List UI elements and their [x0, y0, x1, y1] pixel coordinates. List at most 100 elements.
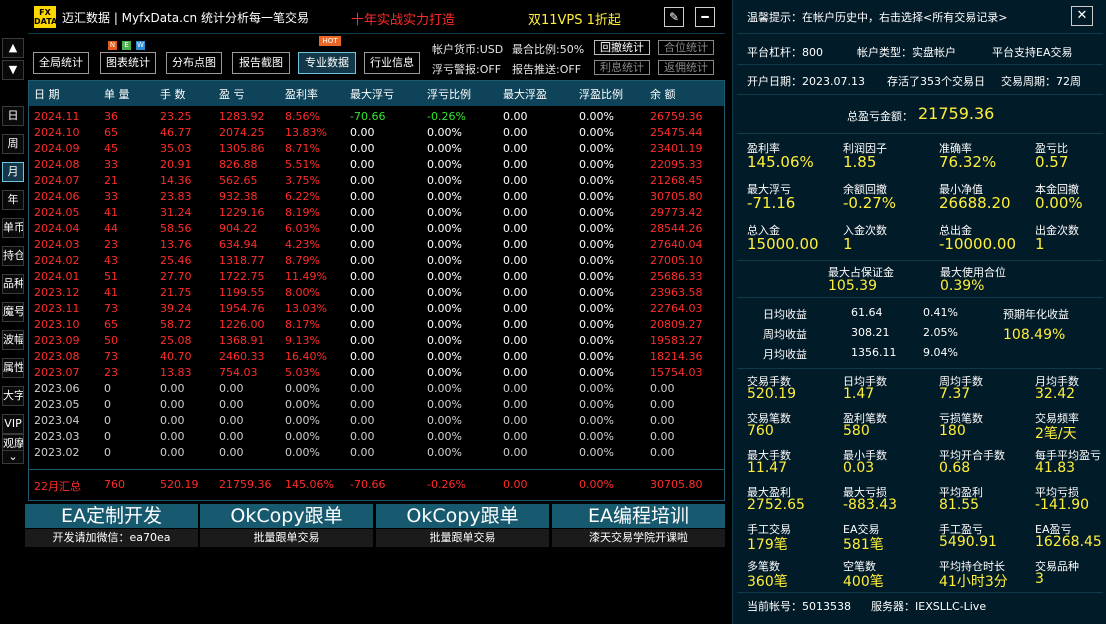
table-cell: 0.00	[503, 382, 528, 395]
table-cell: 0.00	[503, 302, 528, 315]
table-cell: 5.03%	[285, 366, 320, 379]
minimize-icon[interactable]: ━	[695, 7, 715, 27]
position-stats-button[interactable]: 合位统计	[658, 40, 714, 55]
table-row[interactable]: 2024.01 51 27.70 1722.75 11.49% 0.00 0.00% 0.00…	[29, 269, 724, 285]
sidebar-item-symbol[interactable]: 品种	[2, 274, 24, 294]
table-row[interactable]: 2023.04 0 0.00 0.00 0.00% 0.00 0.00% 0.00 0.00% 0…	[29, 413, 724, 429]
sidebar-item-magic[interactable]: 魔号	[2, 302, 24, 322]
table-cell: 0.00	[350, 382, 375, 395]
sidebar-item-vip[interactable]: VIP	[2, 414, 24, 434]
column-header[interactable]: 日 期	[34, 86, 60, 102]
table-cell: 0.00%	[579, 382, 614, 395]
column-header[interactable]: 盈 亏	[219, 86, 245, 102]
table-row[interactable]: 2023.09 50 25.08 1368.91 9.13% 0.00 0.00% 0.00 0…	[29, 333, 724, 349]
table-cell: 0.00%	[427, 190, 462, 203]
banner-title: EA定制开发	[25, 504, 198, 528]
table-row[interactable]: 2023.11 73 39.24 1954.76 13.03% 0.00 0.00% 0.00…	[29, 301, 724, 317]
column-header[interactable]: 浮亏比例	[427, 86, 471, 102]
table-cell: 0.00	[350, 270, 375, 283]
table-cell: 13.76	[160, 238, 192, 251]
sidebar-item-attribute[interactable]: 属性	[2, 358, 24, 378]
table-cell: 754.03	[219, 366, 258, 379]
table-row[interactable]: 2023.12 41 21.75 1199.55 8.00% 0.00 0.00% 0.00 0…	[29, 285, 724, 301]
column-header[interactable]: 浮盈比例	[579, 86, 623, 102]
close-icon[interactable]: ✕	[1071, 6, 1093, 26]
table-cell: 0.00%	[579, 270, 614, 283]
sidebar-item-single-currency[interactable]: 单币	[2, 218, 24, 238]
table-cell: 2024.09	[34, 142, 80, 155]
banner-okcopy-follow-1[interactable]: OkCopy跟单 批量跟单交易	[200, 504, 373, 547]
stat-value: 41.83	[1035, 460, 1076, 476]
column-header[interactable]: 单 量	[104, 86, 130, 102]
banner-subtitle: 漆天交易学院开课啦	[552, 529, 725, 547]
column-header[interactable]: 手 数	[160, 86, 186, 102]
table-cell: 0.00	[503, 350, 528, 363]
global-stats-button[interactable]: 全局统计	[33, 52, 89, 74]
sidebar-item-year[interactable]: 年	[2, 190, 24, 210]
leverage: 平台杠杆：800	[747, 46, 823, 59]
table-row[interactable]: 2024.08 33 20.91 826.88 5.51% 0.00 0.00% 0.00 0.…	[29, 157, 724, 173]
stat-value: 1	[843, 235, 853, 253]
table-row[interactable]: 2023.05 0 0.00 0.00 0.00% 0.00 0.00% 0.00 0.00% 0…	[29, 397, 724, 413]
table-row[interactable]: 2024.04 44 58.56 904.22 6.03% 0.00 0.00% 0.00 0.…	[29, 221, 724, 237]
table-row[interactable]: 2023.07 23 13.83 754.03 5.03% 0.00 0.00% 0.00 0.…	[29, 365, 724, 381]
table-cell: 8.19%	[285, 206, 320, 219]
pencil-icon[interactable]: ✎	[664, 7, 684, 27]
table-cell: 0.00%	[285, 382, 320, 395]
sidebar-item-holding[interactable]: 持仓	[2, 246, 24, 266]
table-row[interactable]: 2024.10 65 46.77 2074.25 13.83% 0.00 0.00% 0.00…	[29, 125, 724, 141]
table-row[interactable]: 2023.06 0 0.00 0.00 0.00% 0.00 0.00% 0.00 0.00% 0…	[29, 381, 724, 397]
sidebar-item-volatility[interactable]: 波幅	[2, 330, 24, 350]
report-screenshot-button[interactable]: 报告截图	[232, 52, 290, 74]
column-header[interactable]: 最大浮亏	[350, 86, 394, 102]
table-row[interactable]: 2023.08 73 40.70 2460.33 16.40% 0.00 0.00% 0.00…	[29, 349, 724, 365]
table-row[interactable]: 2023.03 0 0.00 0.00 0.00% 0.00 0.00% 0.00 0.00% 0…	[29, 429, 724, 445]
banner-ea-training[interactable]: EA编程培训 漆天交易学院开课啦	[552, 504, 725, 547]
table-row[interactable]: 2024.06 33 23.83 932.38 6.22% 0.00 0.00% 0.00 0.…	[29, 189, 724, 205]
stat-item: 空笔数 400笔	[843, 558, 935, 593]
column-header[interactable]: 余 额	[650, 86, 676, 102]
stat-item: 交易笔数 760	[747, 410, 839, 445]
table-cell: 0.00	[503, 110, 528, 123]
stat-item: 入金次数 1	[843, 222, 935, 261]
pro-data-button[interactable]: 专业数据	[298, 52, 356, 74]
column-header[interactable]: 最大浮盈	[503, 86, 547, 102]
table-row[interactable]: 2024.11 36 23.25 1283.92 8.56% -70.66 -0.26% 0.…	[29, 109, 724, 125]
table-row[interactable]: 2024.07 21 14.36 562.65 3.75% 0.00 0.00% 0.00 0.…	[29, 173, 724, 189]
table-cell: 0.00	[503, 158, 528, 171]
table-cell: 18214.36	[650, 350, 703, 363]
chart-stats-button[interactable]: 图表统计	[100, 52, 156, 74]
table-cell: 2024.01	[34, 270, 80, 283]
banner-ea-custom-dev[interactable]: EA定制开发 开发请加微信：ea70ea	[25, 504, 198, 547]
table-row[interactable]: 2023.02 0 0.00 0.00 0.00% 0.00 0.00% 0.00 0.00% 0…	[29, 445, 724, 461]
sidebar-item-more[interactable]: ⌄	[2, 450, 24, 464]
industry-info-button[interactable]: 行业信息	[364, 52, 420, 74]
stat-item: 手工交易 179笔	[747, 521, 839, 556]
sidebar-item-day[interactable]: 日	[2, 106, 24, 126]
distribution-chart-button[interactable]: 分布点图	[166, 52, 222, 74]
scroll-down-icon[interactable]: ▼	[2, 60, 24, 80]
table-row[interactable]: 2024.03 23 13.76 634.94 4.23% 0.00 0.00% 0.00 0.…	[29, 237, 724, 253]
sidebar-item-week[interactable]: 周	[2, 134, 24, 154]
column-header[interactable]: 盈利率	[285, 86, 318, 102]
sidebar-item-month[interactable]: 月	[2, 162, 24, 182]
drawdown-stats-button[interactable]: 回撤统计	[594, 40, 650, 55]
table-row[interactable]: 2024.09 45 35.03 1305.86 8.71% 0.00 0.00% 0.00 0…	[29, 141, 724, 157]
stat-value: 3	[1035, 571, 1044, 587]
logo-text: FX	[39, 8, 51, 17]
promo-link[interactable]: 双11VPS 1折起	[528, 9, 621, 28]
banner-okcopy-follow-2[interactable]: OkCopy跟单 批量跟单交易	[376, 504, 549, 547]
table-row[interactable]: 2023.10 65 58.72 1226.00 8.17% 0.00 0.00% 0.00 0…	[29, 317, 724, 333]
rebate-stats-button[interactable]: 返佣统计	[658, 60, 714, 75]
stat-item: 最小净值 26688.20	[939, 181, 1031, 220]
interest-stats-button[interactable]: 利息统计	[594, 60, 650, 75]
table-cell: 0.00%	[427, 366, 462, 379]
table-row[interactable]: 2024.02 43 25.46 1318.77 8.79% 0.00 0.00% 0.00 0…	[29, 253, 724, 269]
table-row[interactable]: 2024.05 41 31.24 1229.16 8.19% 0.00 0.00% 0.00 0…	[29, 205, 724, 221]
table-cell: 0.00	[350, 334, 375, 347]
sidebar-item-large-font[interactable]: 大字	[2, 386, 24, 406]
scroll-up-icon[interactable]: ▲	[2, 38, 24, 58]
table-cell: 0.00	[503, 126, 528, 139]
table-cell: 0.00%	[427, 238, 462, 251]
table-cell: 0.00%	[427, 398, 462, 411]
